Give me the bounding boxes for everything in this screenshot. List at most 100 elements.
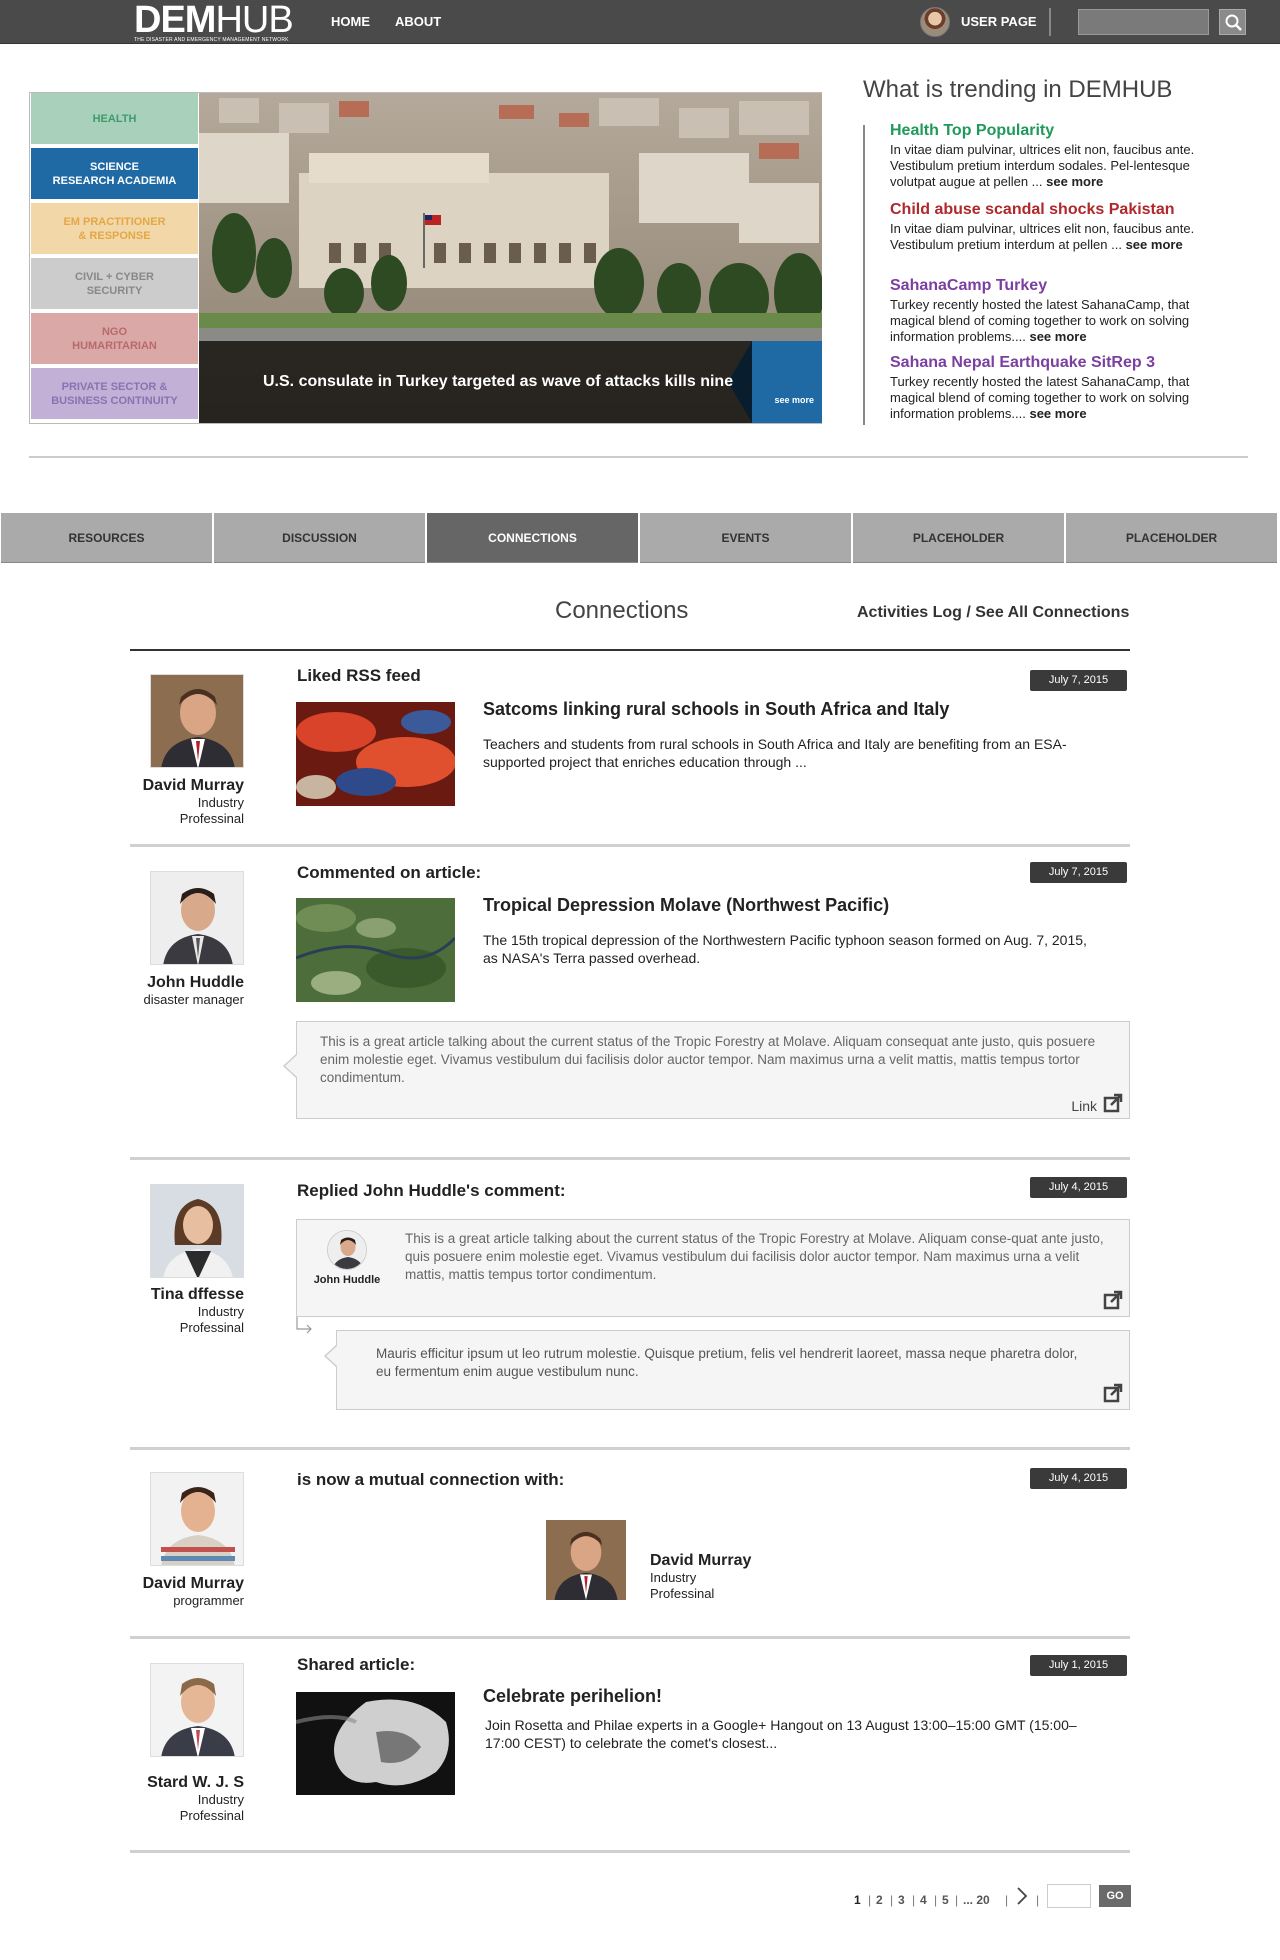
hero-section: HEALTH SCIENCE RESEARCH ACADEMIA EM PRACTI…: [29, 92, 822, 424]
reply-pointer-fill: [326, 1345, 338, 1367]
page-number-input[interactable]: [1047, 1884, 1091, 1908]
avatar[interactable]: [327, 1230, 367, 1270]
page-link[interactable]: 3: [898, 1893, 905, 1907]
category-ngo[interactable]: NGO HUMARITARIAN: [31, 313, 198, 366]
tab-placeholder[interactable]: PLACEHOLDER: [1066, 513, 1277, 563]
avatar[interactable]: [150, 871, 244, 965]
page-link[interactable]: 4: [920, 1893, 927, 1907]
quoted-author-name[interactable]: John Huddle: [307, 1274, 387, 1286]
category-civil-cyber[interactable]: CIVIL + CYBER SECURITY: [31, 258, 198, 311]
category-private-sector[interactable]: PRIVATE SECTOR & BUSINESS CONTINUITY: [31, 368, 198, 421]
see-all-connections-link[interactable]: See All Connections: [975, 604, 1129, 621]
hero-see-more-button[interactable]: see more: [752, 341, 822, 423]
article-thumbnail[interactable]: [296, 898, 455, 1002]
connection-avatar[interactable]: [545, 1520, 627, 1600]
nav-home-link[interactable]: HOME: [331, 14, 370, 29]
tina-dffesse-photo: [151, 1185, 243, 1277]
tab-resources[interactable]: RESOURCES: [1, 513, 212, 563]
article-title[interactable]: Tropical Depression Molave (Northwest Pa…: [483, 895, 889, 916]
external-link-icon[interactable]: [1103, 1093, 1123, 1113]
quoted-comment-box: John Huddle This is a great article talk…: [296, 1219, 1130, 1317]
article-thumbnail[interactable]: [296, 702, 455, 806]
chevron-right-icon[interactable]: [1016, 1886, 1028, 1906]
person-role: Professinal: [179, 1808, 244, 1823]
see-more-link[interactable]: see more: [1046, 174, 1103, 189]
tab-discussion[interactable]: DISCUSSION: [214, 513, 425, 563]
page-link[interactable]: ... 20: [963, 1893, 990, 1907]
person-name[interactable]: David Murray: [44, 1575, 244, 1593]
satellite-image: [296, 898, 455, 1002]
section-links: Activities Log / See All Connections: [857, 604, 1129, 622]
connection-role: Professinal: [650, 1586, 715, 1601]
avatar[interactable]: [150, 1184, 244, 1278]
logo-bold-text: DEM: [134, 0, 216, 41]
see-more-link[interactable]: see more: [1126, 237, 1183, 252]
trending-item-text: In vitae diam pulvinar, ultrices elit no…: [890, 142, 1220, 190]
feed-action: is now a mutual connection with:: [297, 1470, 565, 1489]
see-more-link[interactable]: see more: [1029, 406, 1086, 421]
comment-link-label[interactable]: Link: [1071, 1098, 1097, 1114]
john-huddle-photo: [328, 1231, 366, 1269]
user-avatar[interactable]: [920, 7, 950, 37]
tab-events[interactable]: EVENTS: [640, 513, 851, 563]
avatar[interactable]: [150, 1472, 244, 1566]
trending-item-title[interactable]: Child abuse scandal shocks Pakistan: [890, 201, 1220, 219]
trending-item-text: Turkey recently hosted the latest Sahana…: [890, 297, 1220, 345]
page-link[interactable]: 2: [876, 1893, 883, 1907]
trending-item-title[interactable]: Sahana Nepal Earthquake SitRep 3: [890, 354, 1220, 372]
person-name[interactable]: David Murray: [44, 777, 244, 795]
person-name[interactable]: John Huddle: [44, 974, 244, 992]
page-link[interactable]: 5: [942, 1893, 949, 1907]
category-health[interactable]: HEALTH: [31, 93, 198, 146]
comment-text: This is a great article talking about th…: [320, 1034, 1096, 1085]
pagination-separator: |: [955, 1893, 959, 1907]
activities-log-link[interactable]: Activities Log: [857, 604, 962, 621]
connection-name[interactable]: David Murray: [650, 1552, 751, 1570]
article-title[interactable]: Celebrate perihelion!: [483, 1686, 662, 1707]
header-divider: [1049, 8, 1051, 36]
feed-action: Commented on article:: [297, 863, 482, 882]
hero-caption[interactable]: U.S. consulate in Turkey targeted as wav…: [199, 341, 752, 423]
trending-item-text: In vitae diam pulvinar, ultrices elit no…: [890, 221, 1220, 253]
trending-item-title[interactable]: SahanaCamp Turkey: [890, 277, 1220, 295]
pagination-separator: |: [1005, 1893, 1009, 1907]
section-divider: [29, 456, 1248, 458]
person-role: Professinal: [179, 811, 244, 826]
pagination-separator: |: [868, 1893, 872, 1907]
person-role: Industry: [197, 1792, 244, 1807]
search-input[interactable]: [1078, 9, 1209, 35]
feed-action: Replied John Huddle's comment:: [297, 1181, 566, 1200]
category-science[interactable]: SCIENCE RESEARCH ACADEMIA: [31, 148, 198, 201]
search-button[interactable]: [1219, 9, 1246, 35]
article-description: Teachers and students from rural schools…: [483, 736, 1067, 770]
external-link-icon[interactable]: [1103, 1383, 1123, 1403]
person-name[interactable]: Tina dffesse: [44, 1286, 244, 1304]
quoted-comment-text: This is a great article talking about th…: [405, 1231, 1104, 1282]
nav-about-link[interactable]: ABOUT: [395, 14, 441, 29]
tab-connections[interactable]: CONNECTIONS: [427, 513, 638, 563]
tab-placeholder[interactable]: PLACEHOLDER: [853, 513, 1064, 563]
user-page-link[interactable]: USER PAGE: [961, 14, 1037, 29]
see-more-link[interactable]: see more: [1029, 329, 1086, 344]
page-link[interactable]: 1: [854, 1893, 861, 1907]
article-title[interactable]: Satcoms linking rural schools in South A…: [483, 699, 949, 720]
stard-photo: [151, 1664, 243, 1756]
reply-arrow-icon: [296, 1317, 312, 1334]
person-name[interactable]: Stard W. J. S: [44, 1774, 244, 1792]
date-badge: July 7, 2015: [1030, 862, 1127, 883]
date-badge: July 1, 2015: [1030, 1655, 1127, 1676]
comment-pointer-fill: [285, 1055, 297, 1077]
article-thumbnail[interactable]: [296, 1692, 455, 1795]
feed-divider: [130, 844, 1130, 847]
person-role: programmer: [173, 1593, 244, 1608]
person-role: Industry: [197, 1304, 244, 1319]
category-em-practitioner[interactable]: EM PRACTITIONER & RESPONSE: [31, 203, 198, 256]
avatar[interactable]: [150, 1663, 244, 1757]
feed-divider: [130, 1447, 1130, 1450]
trending-item-text: Turkey recently hosted the latest Sahana…: [890, 374, 1220, 422]
avatar[interactable]: [150, 674, 244, 768]
hero-image[interactable]: U.S. consulate in Turkey targeted as wav…: [199, 93, 822, 423]
go-button[interactable]: GO: [1099, 1885, 1131, 1907]
external-link-icon[interactable]: [1103, 1290, 1123, 1310]
trending-item-title[interactable]: Health Top Popularity: [890, 122, 1220, 140]
